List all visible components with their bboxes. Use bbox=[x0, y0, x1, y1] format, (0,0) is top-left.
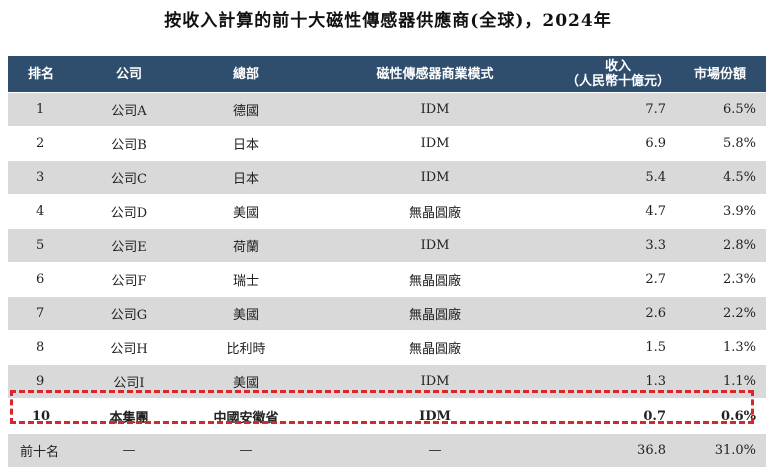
cell-hq: 荷蘭 bbox=[184, 228, 308, 263]
cell-hq: 美國 bbox=[184, 194, 308, 229]
cell-hq: 瑞士 bbox=[184, 262, 308, 297]
cell-company: — bbox=[74, 433, 184, 467]
cell-company: 公司E bbox=[74, 228, 184, 263]
cell-share: 1.1% bbox=[674, 364, 766, 399]
cell-share: 31.0% bbox=[674, 433, 766, 467]
cell-revenue: 6.9 bbox=[562, 126, 674, 161]
cell-model: 無晶圓廠 bbox=[308, 296, 562, 331]
cell-revenue: 2.6 bbox=[562, 296, 674, 331]
header-hq: 總部 bbox=[184, 56, 308, 93]
cell-rank: 1 bbox=[8, 92, 74, 127]
cell-model: IDM bbox=[308, 92, 562, 127]
cell-revenue: 7.7 bbox=[562, 92, 674, 127]
header-rank: 排名 bbox=[8, 56, 74, 93]
cell-company: 公司F bbox=[74, 262, 184, 297]
cell-share: 5.8% bbox=[674, 126, 766, 161]
cell-model: IDM bbox=[308, 228, 562, 263]
table-row: 9 公司I 美國 IDM 1.3 1.1% bbox=[8, 364, 766, 399]
table-row: 8 公司H 比利時 無晶圓廠 1.5 1.3% bbox=[8, 330, 766, 365]
cell-hq: 美國 bbox=[184, 364, 308, 399]
cell-model: — bbox=[308, 433, 562, 467]
cell-model: IDM bbox=[308, 364, 562, 399]
cell-rank: 2 bbox=[8, 126, 74, 161]
cell-hq: 比利時 bbox=[184, 330, 308, 365]
cell-total-label: 前十名 bbox=[8, 433, 74, 467]
header-company: 公司 bbox=[74, 56, 184, 93]
cell-revenue: 36.8 bbox=[562, 433, 674, 467]
table-total-row: 前十名 — — — 36.8 31.0% bbox=[8, 433, 766, 467]
cell-share: 4.5% bbox=[674, 160, 766, 195]
cell-rank: 8 bbox=[8, 330, 74, 365]
cell-revenue: 5.4 bbox=[562, 160, 674, 195]
table-row: 7 公司G 美國 無晶圓廠 2.6 2.2% bbox=[8, 296, 766, 331]
cell-company: 公司D bbox=[74, 194, 184, 229]
table-row: 1 公司A 德國 IDM 7.7 6.5% bbox=[8, 92, 766, 127]
page-title: 按收入計算的前十大磁性傳感器供應商(全球)，2024年 bbox=[164, 11, 612, 31]
cell-company: 公司A bbox=[74, 92, 184, 127]
header-revenue-line2: （人民幣十億元） bbox=[565, 74, 670, 89]
cell-rank: 9 bbox=[8, 364, 74, 399]
cell-share: 2.8% bbox=[674, 228, 766, 263]
cell-revenue: 1.3 bbox=[562, 364, 674, 399]
table-row: 2 公司B 日本 IDM 6.9 5.8% bbox=[8, 126, 766, 161]
cell-model: IDM bbox=[308, 126, 562, 161]
cell-company: 公司C bbox=[74, 160, 184, 195]
cell-hq: 美國 bbox=[184, 296, 308, 331]
cell-rank: 3 bbox=[8, 160, 74, 195]
cell-share: 0.6% bbox=[674, 398, 766, 434]
table-row: 4 公司D 美國 無晶圓廠 4.7 3.9% bbox=[8, 194, 766, 229]
table-row: 6 公司F 瑞士 無晶圓廠 2.7 2.3% bbox=[8, 262, 766, 297]
table-header-row: 排名 公司 總部 磁性傳感器商業模式 收入 （人民幣十億元） 市場份額 bbox=[8, 56, 766, 93]
cell-company: 公司B bbox=[74, 126, 184, 161]
cell-hq: 日本 bbox=[184, 126, 308, 161]
cell-revenue: 3.3 bbox=[562, 228, 674, 263]
cell-share: 2.2% bbox=[674, 296, 766, 331]
cell-rank: 6 bbox=[8, 262, 74, 297]
cell-rank: 5 bbox=[8, 228, 74, 263]
header-market-share: 市場份額 bbox=[674, 56, 766, 93]
cell-revenue: 0.7 bbox=[562, 398, 674, 434]
header-business-model: 磁性傳感器商業模式 bbox=[308, 56, 562, 93]
cell-model: 無晶圓廠 bbox=[308, 330, 562, 365]
cell-revenue: 2.7 bbox=[562, 262, 674, 297]
cell-share: 6.5% bbox=[674, 92, 766, 127]
cell-model: IDM bbox=[308, 398, 562, 434]
cell-company: 公司G bbox=[74, 296, 184, 331]
cell-company: 公司H bbox=[74, 330, 184, 365]
header-revenue-line1: 收入 bbox=[604, 59, 631, 74]
cell-revenue: 1.5 bbox=[562, 330, 674, 365]
cell-rank: 10 bbox=[8, 398, 74, 434]
cell-share: 2.3% bbox=[674, 262, 766, 297]
cell-model: 無晶圓廠 bbox=[308, 194, 562, 229]
cell-hq: 中國安徽省 bbox=[184, 398, 308, 434]
header-revenue: 收入 （人民幣十億元） bbox=[562, 56, 674, 93]
cell-revenue: 4.7 bbox=[562, 194, 674, 229]
cell-model: IDM bbox=[308, 160, 562, 195]
cell-share: 3.9% bbox=[674, 194, 766, 229]
cell-hq: — bbox=[184, 433, 308, 467]
cell-rank: 7 bbox=[8, 296, 74, 331]
table-row: 3 公司C 日本 IDM 5.4 4.5% bbox=[8, 160, 766, 195]
cell-rank: 4 bbox=[8, 194, 74, 229]
table-row: 5 公司E 荷蘭 IDM 3.3 2.8% bbox=[8, 228, 766, 263]
cell-hq: 日本 bbox=[184, 160, 308, 195]
cell-company: 本集團 bbox=[74, 398, 184, 434]
cell-company: 公司I bbox=[74, 364, 184, 399]
supplier-table: 排名 公司 總部 磁性傳感器商業模式 收入 （人民幣十億元） 市場份額 1 公司… bbox=[8, 56, 766, 467]
cell-model: 無晶圓廠 bbox=[308, 262, 562, 297]
cell-hq: 德國 bbox=[184, 92, 308, 127]
table-row-highlighted: 10 本集團 中國安徽省 IDM 0.7 0.6% bbox=[8, 398, 766, 434]
cell-share: 1.3% bbox=[674, 330, 766, 365]
